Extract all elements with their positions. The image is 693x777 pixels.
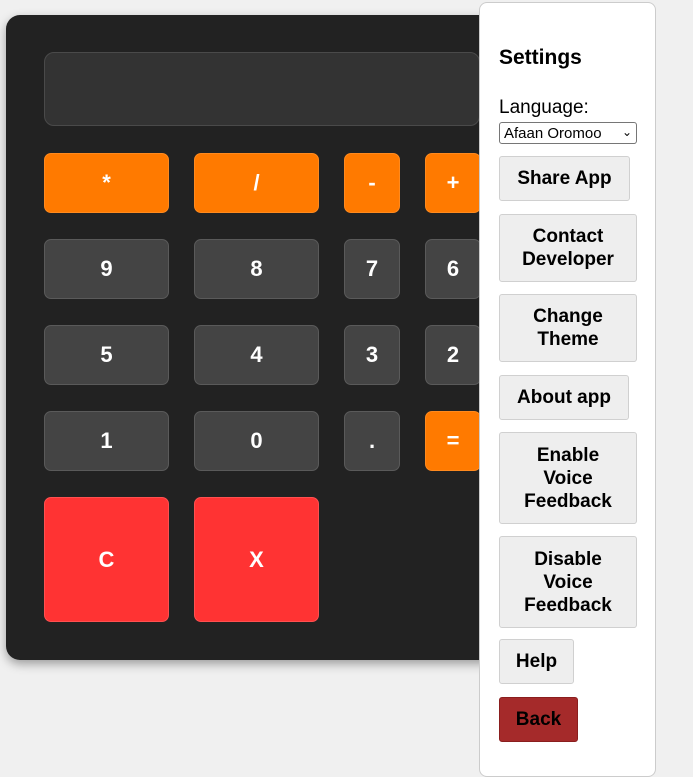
change-theme-button[interactable]: Change Theme [499,294,637,362]
calculator-display [44,52,480,126]
digit-2-button[interactable]: 2 [425,325,481,385]
minus-button[interactable]: - [344,153,400,213]
multiply-button[interactable]: * [44,153,169,213]
language-selected-value: Afaan Oromoo [504,124,602,142]
digit-6-button[interactable]: 6 [425,239,481,299]
plus-button[interactable]: + [425,153,481,213]
backspace-button[interactable]: X [194,497,319,622]
language-label: Language: [499,97,589,118]
digit-1-button[interactable]: 1 [44,411,169,471]
about-app-button[interactable]: About app [499,375,629,420]
digit-8-button[interactable]: 8 [194,239,319,299]
settings-title: Settings [499,46,582,69]
help-button[interactable]: Help [499,639,574,684]
contact-developer-button[interactable]: Contact Developer [499,214,637,282]
disable-voice-feedback-button[interactable]: Disable Voice Feedback [499,536,637,628]
equals-button[interactable]: = [425,411,481,471]
chevron-down-icon: ⌄ [621,125,632,139]
digit-9-button[interactable]: 9 [44,239,169,299]
back-button[interactable]: Back [499,697,578,742]
digit-4-button[interactable]: 4 [194,325,319,385]
digit-0-button[interactable]: 0 [194,411,319,471]
divide-button[interactable]: / [194,153,319,213]
digit-7-button[interactable]: 7 [344,239,400,299]
enable-voice-feedback-button[interactable]: Enable Voice Feedback [499,432,637,524]
digit-5-button[interactable]: 5 [44,325,169,385]
clear-button[interactable]: C [44,497,169,622]
share-app-button[interactable]: Share App [499,156,630,201]
decimal-point-button[interactable]: . [344,411,400,471]
language-select[interactable]: Afaan Oromoo ⌄ [499,122,637,144]
digit-3-button[interactable]: 3 [344,325,400,385]
settings-panel: Settings Language: Afaan Oromoo ⌄ Share … [479,2,656,777]
